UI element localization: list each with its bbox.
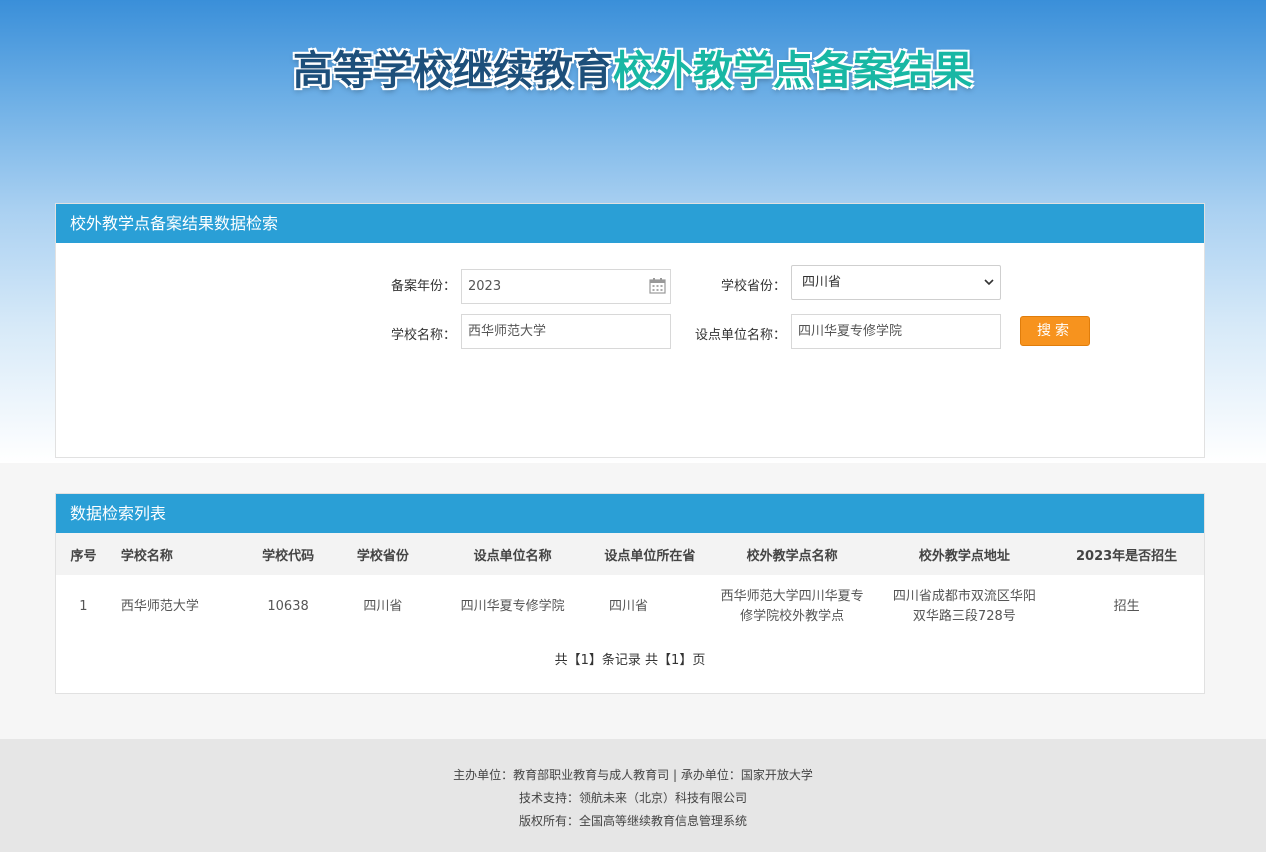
chevron-down-icon	[984, 279, 994, 286]
cell-unit: 四川华夏专修学院	[460, 599, 565, 614]
search-panel: 校外教学点备案结果数据检索 备案年份： 2023 学校省份： 四川省 学校名称：…	[55, 203, 1205, 458]
year-value: 2023	[468, 279, 502, 294]
col-header-code: 学校代码	[240, 533, 336, 575]
cell-province: 四川省	[363, 599, 403, 614]
page-banner-title: 高等学校继续教育校外教学点备案结果	[0, 38, 1266, 96]
cell-enrolling: 招生	[1113, 599, 1140, 614]
col-header-site-name: 校外教学点名称	[704, 533, 880, 575]
year-label: 备案年份：	[390, 279, 456, 294]
province-select[interactable]: 四川省	[791, 265, 1001, 300]
school-input[interactable]: 西华师范大学	[461, 314, 671, 349]
banner-title-part2: 校外教学点备案结果	[613, 48, 973, 94]
table-header-row: 序号 学校名称 学校代码 学校省份 设点单位名称 设点单位所在省 校外教学点名称…	[56, 533, 1204, 575]
footer-tech-support: 技术支持：领航未来（北京）科技有限公司	[518, 791, 747, 805]
year-input[interactable]: 2023	[461, 269, 671, 304]
province-selected-value: 四川省	[802, 275, 842, 290]
results-panel-title: 数据检索列表	[56, 494, 1204, 533]
cell-unit-province: 四川省	[608, 599, 648, 614]
banner-title-part1: 高等学校继续教育	[293, 48, 613, 94]
results-table: 序号 学校名称 学校代码 学校省份 设点单位名称 设点单位所在省 校外教学点名称…	[56, 533, 1204, 639]
cell-code: 10638	[267, 599, 309, 614]
results-panel: 数据检索列表 序号 学校名称 学校代码 学校省份 设点单位名称 设点单位所在省 …	[55, 493, 1205, 694]
footer-copyright: 版权所有：全国高等继续教育信息管理系统	[518, 814, 747, 828]
page-footer: 主办单位：教育部职业教育与成人教育司 | 承办单位：国家开放大学 技术支持：领航…	[0, 739, 1266, 852]
province-label: 学校省份：	[720, 279, 786, 294]
col-header-school: 学校名称	[110, 533, 241, 575]
cell-site-name: 西华师范大学四川华夏专修学院校外教学点	[720, 589, 864, 624]
col-header-unit-province: 设点单位所在省	[594, 533, 705, 575]
unit-value: 四川华夏专修学院	[798, 324, 903, 339]
col-header-site-address: 校外教学点地址	[879, 533, 1050, 575]
pagination-summary: 共【1】条记录 共【1】页	[554, 653, 706, 668]
col-header-index: 序号	[56, 533, 111, 575]
cell-school: 西华师范大学	[120, 599, 199, 614]
col-header-unit: 设点单位名称	[430, 533, 595, 575]
table-row: 1 西华师范大学 10638 四川省 四川华夏专修学院 四川省 西华师范大学四川…	[56, 575, 1204, 639]
school-label: 学校名称：	[390, 328, 456, 343]
calendar-icon[interactable]	[649, 278, 666, 294]
unit-input[interactable]: 四川华夏专修学院	[791, 314, 1001, 349]
cell-site-address: 四川省成都市双流区华阳双华路三段728号	[892, 589, 1036, 624]
col-header-province: 学校省份	[335, 533, 431, 575]
search-button[interactable]: 搜索	[1020, 316, 1090, 346]
footer-organizer: 主办单位：教育部职业教育与成人教育司 | 承办单位：国家开放大学	[453, 768, 813, 782]
cell-index: 1	[79, 599, 88, 614]
school-value: 西华师范大学	[468, 324, 547, 339]
search-panel-title: 校外教学点备案结果数据检索	[56, 204, 1204, 243]
unit-label: 设点单位名称：	[694, 328, 786, 343]
col-header-enrolling: 2023年是否招生	[1049, 533, 1204, 575]
